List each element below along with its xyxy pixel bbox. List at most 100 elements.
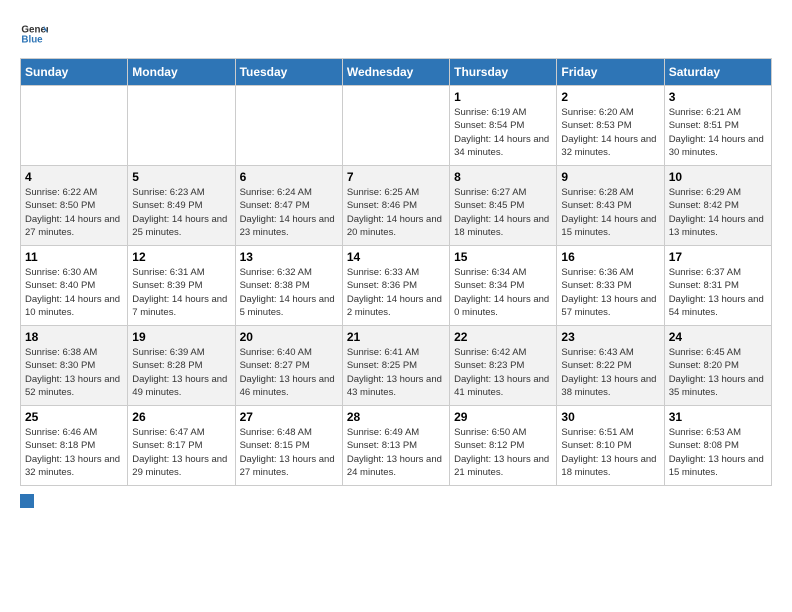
day-number: 12	[132, 250, 230, 264]
calendar-week-row: 18 Sunrise: 6:38 AM Sunset: 8:30 PM Dayli…	[21, 326, 772, 406]
calendar-cell: 10 Sunrise: 6:29 AM Sunset: 8:42 PM Dayli…	[664, 166, 771, 246]
page-header: General Blue	[20, 20, 772, 48]
calendar-cell: 5 Sunrise: 6:23 AM Sunset: 8:49 PM Daylig…	[128, 166, 235, 246]
day-info: Sunrise: 6:45 AM Sunset: 8:20 PM Dayligh…	[669, 346, 767, 399]
calendar-cell: 31Sunrise: 6:53 AM Sunset: 8:08 PM Dayli…	[664, 406, 771, 486]
calendar-cell: 14 Sunrise: 6:33 AM Sunset: 8:36 PM Dayli…	[342, 246, 449, 326]
col-header-sunday: Sunday	[21, 59, 128, 86]
col-header-saturday: Saturday	[664, 59, 771, 86]
day-info: Sunrise: 6:28 AM Sunset: 8:43 PM Dayligh…	[561, 186, 659, 239]
svg-text:Blue: Blue	[21, 34, 43, 45]
day-info: Sunrise: 6:50 AM Sunset: 8:12 PM Dayligh…	[454, 426, 552, 479]
calendar-cell: 26 Sunrise: 6:47 AM Sunset: 8:17 PM Dayli…	[128, 406, 235, 486]
calendar-cell: 20Sunrise: 6:40 AM Sunset: 8:27 PM Dayli…	[235, 326, 342, 406]
day-info: Sunrise: 6:41 AM Sunset: 8:25 PM Dayligh…	[347, 346, 445, 399]
day-number: 9	[561, 170, 659, 184]
logo: General Blue	[20, 20, 48, 48]
col-header-friday: Friday	[557, 59, 664, 86]
day-info: Sunrise: 6:38 AM Sunset: 8:30 PM Dayligh…	[25, 346, 123, 399]
calendar-week-row: 4 Sunrise: 6:22 AM Sunset: 8:50 PM Daylig…	[21, 166, 772, 246]
day-number: 2	[561, 90, 659, 104]
calendar-cell: 19 Sunrise: 6:39 AM Sunset: 8:28 PM Dayli…	[128, 326, 235, 406]
day-number: 24	[669, 330, 767, 344]
calendar-cell: 27 Sunrise: 6:48 AM Sunset: 8:15 PM Dayli…	[235, 406, 342, 486]
calendar-cell	[128, 86, 235, 166]
day-info: Sunrise: 6:36 AM Sunset: 8:33 PM Dayligh…	[561, 266, 659, 319]
day-number: 13	[240, 250, 338, 264]
day-number: 25	[25, 410, 123, 424]
day-number: 28	[347, 410, 445, 424]
day-number: 22	[454, 330, 552, 344]
calendar-cell: 9 Sunrise: 6:28 AM Sunset: 8:43 PM Daylig…	[557, 166, 664, 246]
day-number: 19	[132, 330, 230, 344]
calendar-cell: 1 Sunrise: 6:19 AM Sunset: 8:54 PM Daylig…	[450, 86, 557, 166]
day-number: 21	[347, 330, 445, 344]
day-info: Sunrise: 6:29 AM Sunset: 8:42 PM Dayligh…	[669, 186, 767, 239]
calendar-cell: 24 Sunrise: 6:45 AM Sunset: 8:20 PM Dayli…	[664, 326, 771, 406]
col-header-wednesday: Wednesday	[342, 59, 449, 86]
day-info: Sunrise: 6:40 AM Sunset: 8:27 PM Dayligh…	[240, 346, 338, 399]
day-number: 7	[347, 170, 445, 184]
day-info: Sunrise: 6:46 AM Sunset: 8:18 PM Dayligh…	[25, 426, 123, 479]
day-info: Sunrise: 6:37 AM Sunset: 8:31 PM Dayligh…	[669, 266, 767, 319]
day-number: 14	[347, 250, 445, 264]
day-info: Sunrise: 6:39 AM Sunset: 8:28 PM Dayligh…	[132, 346, 230, 399]
day-info: Sunrise: 6:43 AM Sunset: 8:22 PM Dayligh…	[561, 346, 659, 399]
day-number: 18	[25, 330, 123, 344]
day-number: 27	[240, 410, 338, 424]
calendar-cell: 2 Sunrise: 6:20 AM Sunset: 8:53 PM Daylig…	[557, 86, 664, 166]
day-info: Sunrise: 6:23 AM Sunset: 8:49 PM Dayligh…	[132, 186, 230, 239]
calendar-cell: 12 Sunrise: 6:31 AM Sunset: 8:39 PM Dayli…	[128, 246, 235, 326]
calendar-header-row: SundayMondayTuesdayWednesdayThursdayFrid…	[21, 59, 772, 86]
calendar-cell: 16 Sunrise: 6:36 AM Sunset: 8:33 PM Dayli…	[557, 246, 664, 326]
day-number: 3	[669, 90, 767, 104]
calendar-cell: 23 Sunrise: 6:43 AM Sunset: 8:22 PM Dayli…	[557, 326, 664, 406]
calendar-cell: 11Sunrise: 6:30 AM Sunset: 8:40 PM Dayli…	[21, 246, 128, 326]
calendar-cell: 15 Sunrise: 6:34 AM Sunset: 8:34 PM Dayli…	[450, 246, 557, 326]
day-info: Sunrise: 6:22 AM Sunset: 8:50 PM Dayligh…	[25, 186, 123, 239]
day-number: 30	[561, 410, 659, 424]
legend-color-box	[20, 494, 34, 508]
calendar-cell: 29Sunrise: 6:50 AM Sunset: 8:12 PM Dayli…	[450, 406, 557, 486]
calendar-cell: 22 Sunrise: 6:42 AM Sunset: 8:23 PM Dayli…	[450, 326, 557, 406]
day-info: Sunrise: 6:21 AM Sunset: 8:51 PM Dayligh…	[669, 106, 767, 159]
day-info: Sunrise: 6:33 AM Sunset: 8:36 PM Dayligh…	[347, 266, 445, 319]
day-info: Sunrise: 6:51 AM Sunset: 8:10 PM Dayligh…	[561, 426, 659, 479]
calendar-cell: 28Sunrise: 6:49 AM Sunset: 8:13 PM Dayli…	[342, 406, 449, 486]
day-info: Sunrise: 6:48 AM Sunset: 8:15 PM Dayligh…	[240, 426, 338, 479]
day-number: 10	[669, 170, 767, 184]
day-info: Sunrise: 6:20 AM Sunset: 8:53 PM Dayligh…	[561, 106, 659, 159]
calendar-cell: 30 Sunrise: 6:51 AM Sunset: 8:10 PM Dayli…	[557, 406, 664, 486]
day-info: Sunrise: 6:32 AM Sunset: 8:38 PM Dayligh…	[240, 266, 338, 319]
calendar-week-row: 11Sunrise: 6:30 AM Sunset: 8:40 PM Dayli…	[21, 246, 772, 326]
logo-icon: General Blue	[20, 20, 48, 48]
col-header-monday: Monday	[128, 59, 235, 86]
day-info: Sunrise: 6:24 AM Sunset: 8:47 PM Dayligh…	[240, 186, 338, 239]
calendar-table: SundayMondayTuesdayWednesdayThursdayFrid…	[20, 58, 772, 486]
day-number: 16	[561, 250, 659, 264]
day-number: 5	[132, 170, 230, 184]
day-info: Sunrise: 6:34 AM Sunset: 8:34 PM Dayligh…	[454, 266, 552, 319]
day-info: Sunrise: 6:19 AM Sunset: 8:54 PM Dayligh…	[454, 106, 552, 159]
day-info: Sunrise: 6:27 AM Sunset: 8:45 PM Dayligh…	[454, 186, 552, 239]
calendar-cell: 6 Sunrise: 6:24 AM Sunset: 8:47 PM Daylig…	[235, 166, 342, 246]
day-number: 4	[25, 170, 123, 184]
day-info: Sunrise: 6:25 AM Sunset: 8:46 PM Dayligh…	[347, 186, 445, 239]
day-number: 6	[240, 170, 338, 184]
day-info: Sunrise: 6:30 AM Sunset: 8:40 PM Dayligh…	[25, 266, 123, 319]
day-info: Sunrise: 6:47 AM Sunset: 8:17 PM Dayligh…	[132, 426, 230, 479]
day-number: 8	[454, 170, 552, 184]
calendar-cell: 7 Sunrise: 6:25 AM Sunset: 8:46 PM Daylig…	[342, 166, 449, 246]
calendar-cell	[342, 86, 449, 166]
day-number: 15	[454, 250, 552, 264]
day-number: 26	[132, 410, 230, 424]
day-number: 1	[454, 90, 552, 104]
calendar-cell: 17 Sunrise: 6:37 AM Sunset: 8:31 PM Dayli…	[664, 246, 771, 326]
calendar-cell	[21, 86, 128, 166]
day-number: 23	[561, 330, 659, 344]
legend	[20, 494, 772, 508]
day-info: Sunrise: 6:31 AM Sunset: 8:39 PM Dayligh…	[132, 266, 230, 319]
day-info: Sunrise: 6:42 AM Sunset: 8:23 PM Dayligh…	[454, 346, 552, 399]
calendar-cell: 8 Sunrise: 6:27 AM Sunset: 8:45 PM Daylig…	[450, 166, 557, 246]
day-number: 17	[669, 250, 767, 264]
